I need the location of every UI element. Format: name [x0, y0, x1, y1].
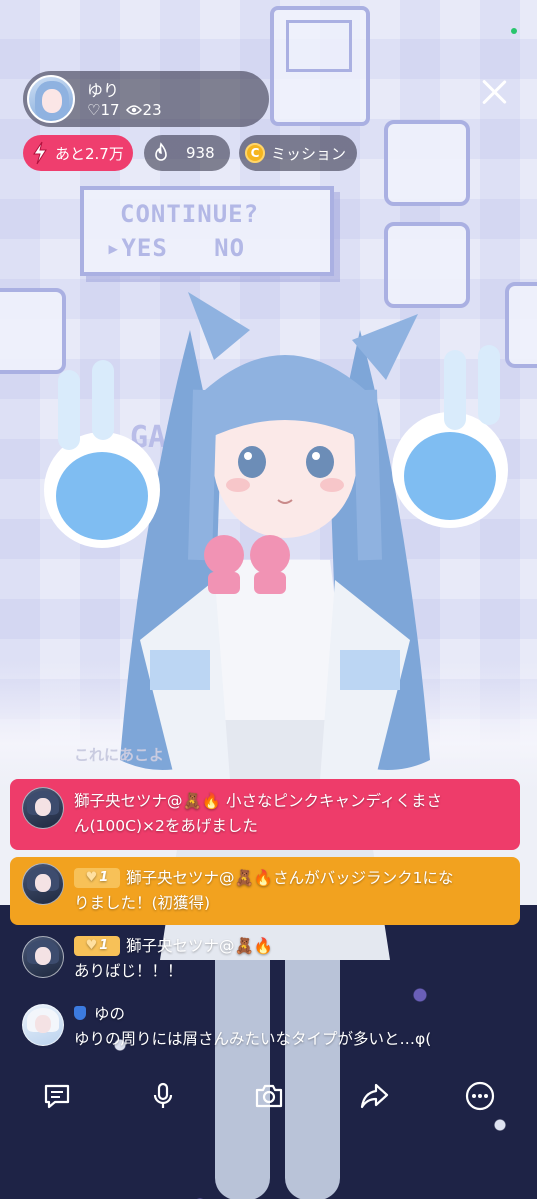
camera-icon [255, 1084, 283, 1108]
chat-username: ゆの [94, 1005, 126, 1023]
fan-badge: ♥ 1 [74, 935, 120, 956]
chat-username: 獅子央セツナ@🧸🔥 [126, 937, 274, 955]
badge-message-text: ♥ 1 獅子央セツナ@🧸🔥さんがバッジランク1にな りました！(初獲得) [74, 866, 510, 916]
comment-icon [44, 1084, 70, 1109]
microphone-button[interactable] [143, 1076, 183, 1116]
gift-message-text: 獅子央セツナ@🧸🔥 小さなピンクキャンディくまさ ん(100C)×2をあげました [74, 789, 506, 839]
heart-count: ♡17 [87, 101, 120, 119]
ranking-text: あと2.7万 [55, 144, 124, 163]
mission-text: ミッション [271, 144, 347, 163]
chat-comment[interactable]: ゆの ゆりの周りには屑さんみたいなタイプが多いと…φ( [10, 1002, 520, 1062]
mission-chip[interactable]: C ミッション [239, 135, 357, 171]
comment-message: ありばじ！！！ [74, 962, 183, 980]
fire-chip[interactable]: 938 [144, 135, 230, 171]
chat-avatar[interactable] [22, 936, 64, 978]
more-button[interactable] [460, 1076, 500, 1116]
badge-message-line1: さんがバッジランク1にな [273, 869, 454, 887]
chat-avatar[interactable] [22, 787, 64, 829]
faded-chat-line: これにあこよ [74, 746, 165, 764]
flame-icon [155, 142, 167, 161]
fan-badge: ♥ 1 [74, 867, 120, 888]
ranking-chip[interactable]: あと2.7万 [23, 135, 133, 171]
streamer-stats: ♡17 23 [87, 101, 162, 119]
comment-message: ゆりの周りには屑さんみたいなタイプが多いと…φ( [74, 1030, 432, 1048]
live-status-dot [511, 28, 517, 34]
streamer-avatar[interactable] [27, 75, 75, 123]
comment-text: ♥ 1 獅子央セツナ@🧸🔥 ありばじ！！！ [74, 934, 510, 984]
bottom-toolbar [0, 1070, 537, 1120]
lightning-icon [33, 141, 47, 165]
more-icon [465, 1081, 495, 1111]
share-icon [360, 1083, 389, 1109]
comment-button[interactable] [37, 1076, 77, 1116]
chat-badge-message[interactable]: ♥ 1 獅子央セツナ@🧸🔥さんがバッジランク1にな りました！(初獲得) [10, 857, 520, 925]
close-button[interactable] [478, 76, 510, 108]
chat-gift-message[interactable]: 獅子央セツナ@🧸🔥 小さなピンクキャンディくまさ ん(100C)×2をあげました [10, 779, 520, 850]
gift-message-line2: ん(100C)×2をあげました [74, 817, 258, 835]
chat-avatar[interactable] [22, 863, 64, 905]
fire-count: 938 [186, 144, 215, 162]
comment-text: ゆの ゆりの周りには屑さんみたいなタイプが多いと…φ( [74, 1002, 514, 1052]
badge-message-line2: りました！(初獲得) [74, 894, 211, 912]
eye-icon [125, 105, 142, 115]
view-count: 23 [125, 101, 162, 119]
view-count-value: 23 [142, 101, 162, 119]
chat-username: 獅子央セツナ@🧸🔥 [74, 792, 222, 810]
microphone-icon [153, 1082, 173, 1108]
chat-avatar[interactable] [22, 1004, 64, 1046]
streamer-profile[interactable]: ゆり ♡17 23 [23, 71, 269, 127]
shield-icon [74, 1006, 86, 1020]
chat-username: 獅子央セツナ@🧸🔥 [126, 869, 274, 887]
streamer-name: ゆり [87, 81, 120, 100]
coin-icon: C [245, 143, 265, 163]
chat-comment[interactable]: ♥ 1 獅子央セツナ@🧸🔥 ありばじ！！！ [10, 934, 520, 994]
camera-button[interactable] [249, 1076, 289, 1116]
share-button[interactable] [354, 1076, 394, 1116]
gift-message-line1: 小さなピンクキャンディくまさ [226, 792, 442, 810]
